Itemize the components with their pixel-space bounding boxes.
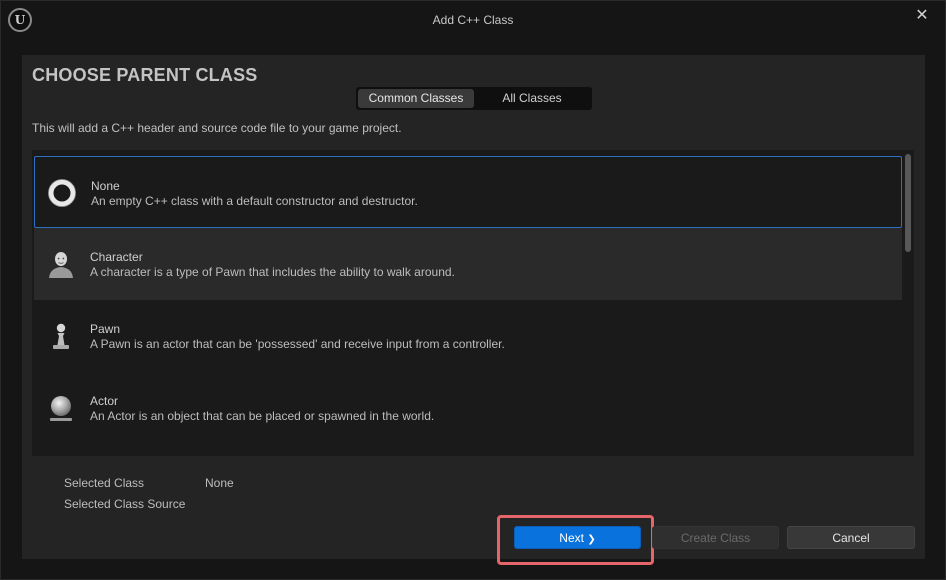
class-name: Pawn — [90, 322, 121, 336]
tab-common-classes[interactable]: Common Classes — [358, 89, 474, 108]
panel-description: This will add a C++ header and source co… — [32, 121, 402, 135]
class-name: None — [91, 179, 120, 193]
window-title: Add C++ Class — [432, 13, 514, 27]
pawn-icon — [53, 323, 69, 349]
parent-class-list: None An empty C++ class with a default c… — [32, 150, 914, 456]
class-filter-tabs: Common Classes All Classes — [356, 87, 592, 110]
actor-sphere-icon — [50, 396, 72, 421]
class-description: A Pawn is an actor that can be 'possesse… — [90, 337, 505, 351]
create-class-button[interactable]: Create Class — [652, 526, 779, 549]
class-name: Actor — [90, 394, 119, 408]
close-icon[interactable]: ✕ — [913, 7, 931, 25]
selected-class-source-label: Selected Class Source — [64, 497, 186, 511]
tab-all-classes[interactable]: All Classes — [474, 89, 590, 108]
class-name: Character — [90, 250, 143, 264]
class-item-character[interactable]: Character A character is a type of Pawn … — [34, 228, 902, 300]
character-icon — [49, 252, 73, 278]
ring-icon — [48, 179, 76, 207]
cancel-button[interactable]: Cancel — [787, 526, 915, 549]
selected-class-label: Selected Class — [64, 476, 145, 490]
class-item-pawn[interactable]: Pawn A Pawn is an actor that can be 'pos… — [34, 300, 902, 372]
choose-parent-class-panel: CHOOSE PARENT CLASS Common Classes All C… — [22, 55, 925, 565]
page-title: CHOOSE PARENT CLASS — [32, 65, 258, 85]
next-button-label: Next — [559, 531, 584, 545]
title-bar: U Add C++ Class ✕ — [1, 1, 945, 39]
add-cpp-class-dialog: U Add C++ Class ✕ CHOOSE PARENT CLASS Co… — [0, 0, 946, 580]
list-scrollbar[interactable] — [905, 154, 911, 252]
class-description: An Actor is an object that can be placed… — [90, 409, 435, 423]
next-button[interactable]: Next ❯ — [514, 526, 641, 549]
class-item-actor[interactable]: Actor An Actor is an object that can be … — [34, 372, 902, 444]
selected-class-value: None — [205, 476, 234, 490]
class-item-none[interactable]: None An empty C++ class with a default c… — [34, 156, 902, 228]
class-description: A character is a type of Pawn that inclu… — [90, 265, 455, 279]
class-description: An empty C++ class with a default constr… — [91, 194, 418, 208]
chevron-right-icon: ❯ — [587, 534, 596, 545]
